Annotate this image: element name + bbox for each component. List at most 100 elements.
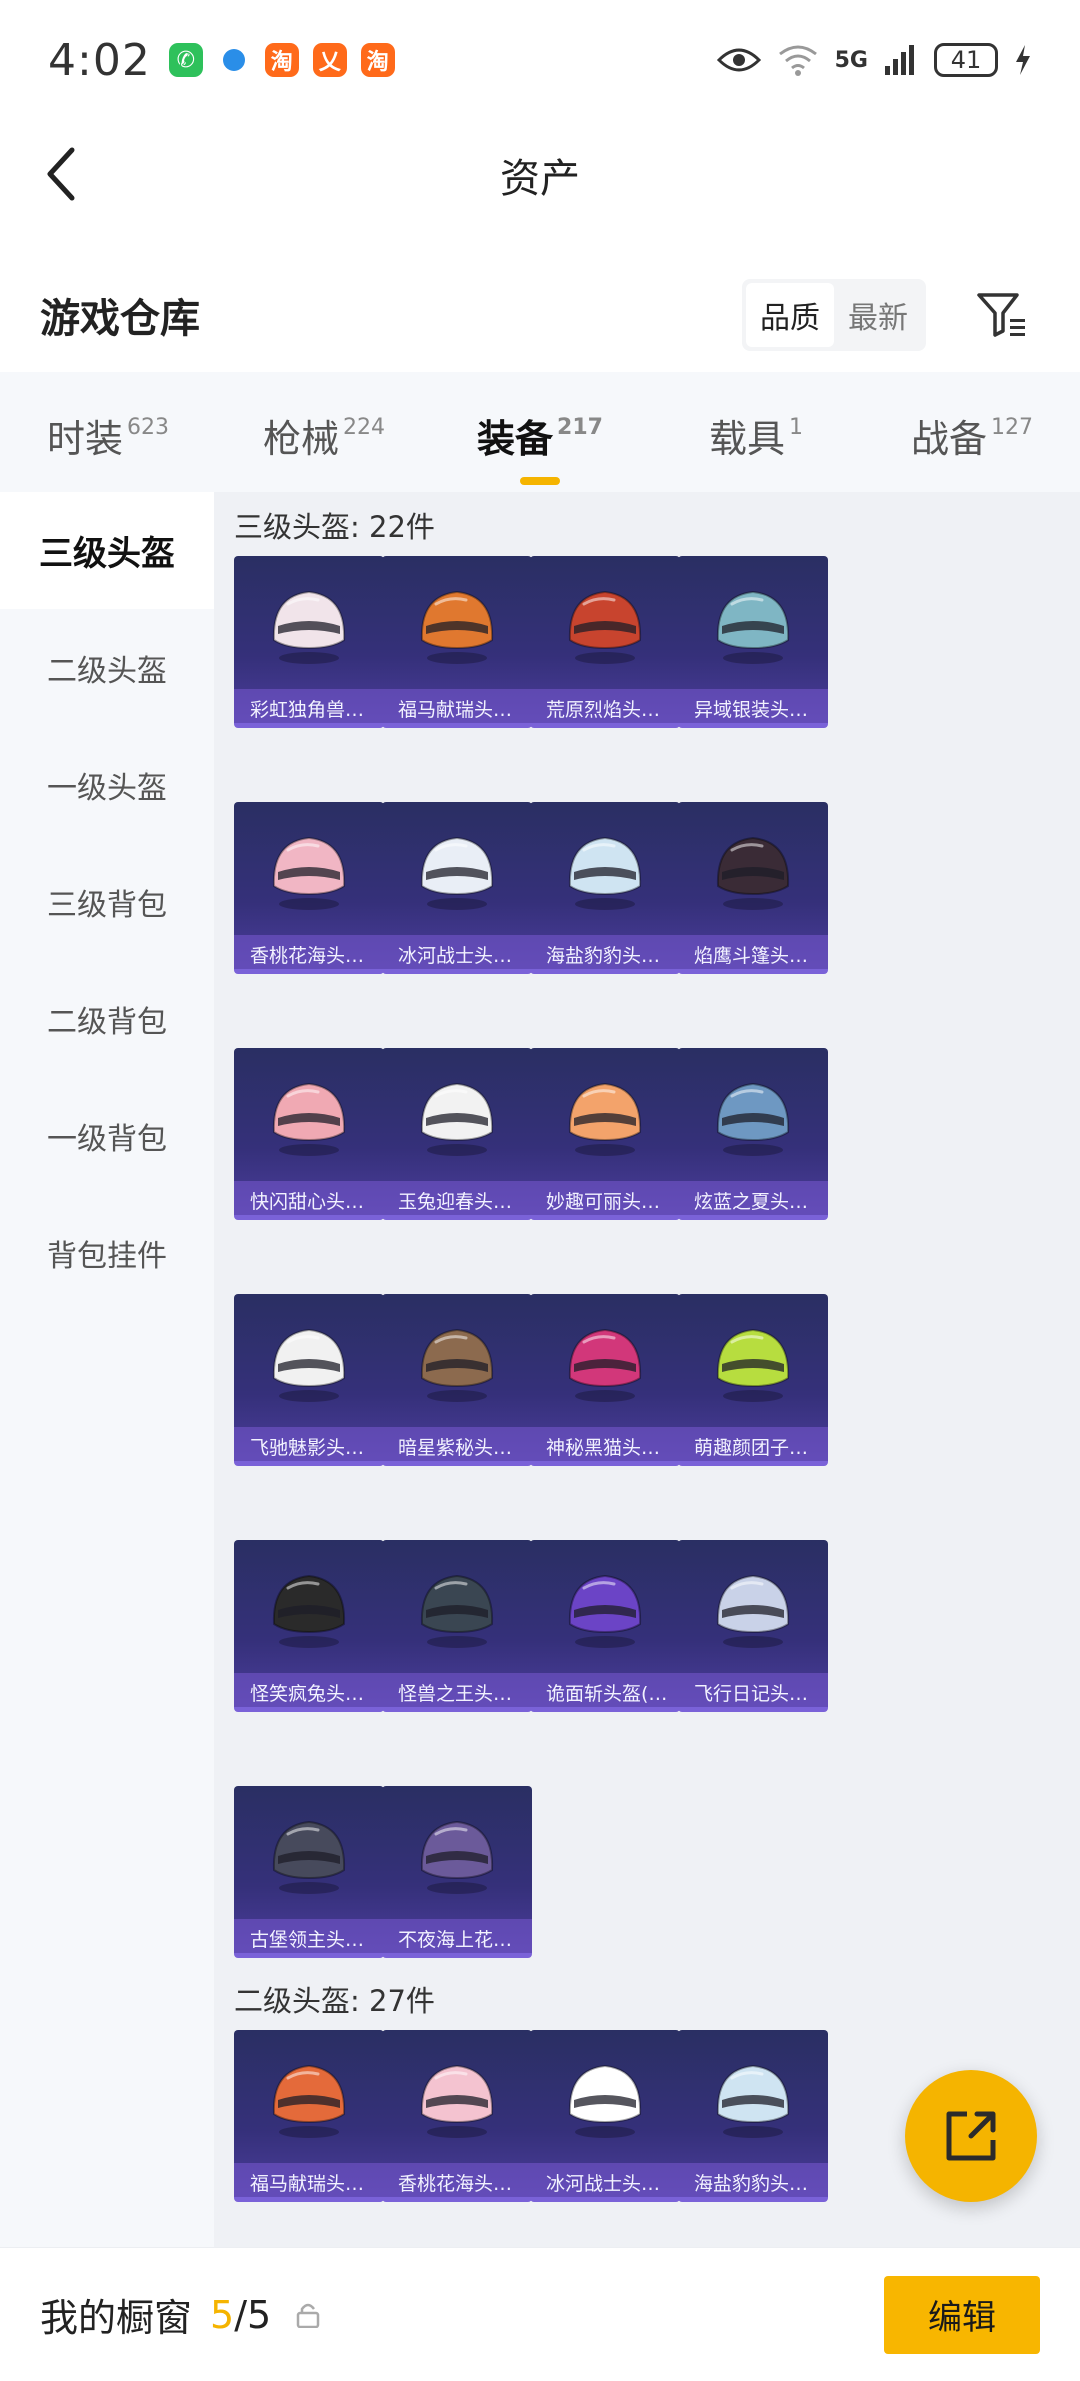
status-notification-icons: ✆ 淘乂淘 bbox=[168, 43, 395, 77]
item-card[interactable]: 诡面斩头盔(… bbox=[530, 1540, 680, 1712]
item-name: 冰河战士头… bbox=[530, 2163, 680, 2197]
helmet-icon bbox=[272, 836, 346, 910]
tab-count: 224 bbox=[343, 414, 385, 440]
charging-icon bbox=[1016, 45, 1030, 75]
sidebar-item-5[interactable]: 一级背包 bbox=[0, 1077, 214, 1194]
item-card[interactable]: 彩虹独角兽… bbox=[234, 556, 384, 728]
item-card[interactable]: 怪兽之王头… bbox=[382, 1540, 532, 1712]
helmet-icon bbox=[420, 1574, 494, 1648]
share-button[interactable] bbox=[905, 2070, 1037, 2202]
item-card[interactable]: 暗星紫秘头… bbox=[382, 1294, 532, 1466]
item-card[interactable]: 荒原烈焰头… bbox=[530, 556, 680, 728]
item-name: 异域银装头… bbox=[678, 689, 828, 723]
sidebar-item-6[interactable]: 背包挂件 bbox=[0, 1194, 214, 1311]
item-card[interactable]: 妙趣可丽头… bbox=[530, 1048, 680, 1220]
sort-toggle: 品质 最新 bbox=[742, 279, 926, 351]
signal-icon bbox=[885, 45, 914, 75]
tab-1[interactable]: 枪械 224 bbox=[216, 402, 432, 463]
item-name: 香桃花海头… bbox=[234, 935, 384, 969]
filter-button[interactable] bbox=[972, 285, 1032, 345]
tab-label: 时装 bbox=[46, 416, 123, 461]
helmet-icon bbox=[716, 2064, 790, 2138]
status-bar: 4:02 ✆ 淘乂淘 5G 41 bbox=[0, 0, 1080, 120]
item-card[interactable]: 冰河战士头… bbox=[530, 2030, 680, 2202]
item-name: 炫蓝之夏头… bbox=[678, 1181, 828, 1215]
tab-count: 217 bbox=[557, 414, 603, 440]
tab-label: 枪械 bbox=[262, 416, 339, 461]
helmet-icon bbox=[716, 590, 790, 664]
taobao-icon: 淘 bbox=[264, 43, 299, 77]
item-card[interactable]: 萌趣颜团子… bbox=[678, 1294, 828, 1466]
tab-2[interactable]: 装备 217 bbox=[432, 402, 648, 485]
item-name: 怪兽之王头… bbox=[382, 1673, 532, 1707]
helmet-icon bbox=[420, 836, 494, 910]
item-card[interactable]: 冰河战士头… bbox=[382, 802, 532, 974]
item-card[interactable]: 飞行日记头… bbox=[678, 1540, 828, 1712]
showcase-label: 我的橱窗 bbox=[40, 2296, 193, 2340]
edit-button[interactable]: 编辑 bbox=[884, 2275, 1040, 2354]
wifi-icon bbox=[778, 45, 817, 76]
item-name: 福马献瑞头… bbox=[382, 689, 532, 723]
page-title: 资产 bbox=[500, 156, 580, 202]
sidebar-item-3[interactable]: 三级背包 bbox=[0, 843, 214, 960]
item-card[interactable]: 飞驰魅影头… bbox=[234, 1294, 384, 1466]
item-card[interactable]: 福马献瑞头… bbox=[234, 2030, 384, 2202]
item-card[interactable]: 海盐豹豹头… bbox=[678, 2030, 828, 2202]
helmet-icon bbox=[272, 590, 346, 664]
item-card[interactable]: 炫蓝之夏头… bbox=[678, 1048, 828, 1220]
item-card[interactable]: 快闪甜心头… bbox=[234, 1048, 384, 1220]
helmet-icon bbox=[420, 2064, 494, 2138]
eye-icon bbox=[716, 48, 761, 72]
item-name: 快闪甜心头… bbox=[234, 1181, 384, 1215]
helmet-icon bbox=[568, 590, 642, 664]
group-title: 二级头盔: 27件 bbox=[234, 1984, 435, 2018]
item-card[interactable]: 海盐豹豹头… bbox=[530, 802, 680, 974]
helmet-icon bbox=[272, 1328, 346, 1402]
taobao-icon: 淘 bbox=[360, 43, 395, 77]
item-name: 荒原烈焰头… bbox=[530, 689, 680, 723]
showcase-current: 5 bbox=[210, 2292, 235, 2337]
network-type: 5G bbox=[834, 47, 868, 73]
app-glyph: 淘 bbox=[270, 50, 293, 75]
item-card[interactable]: 香桃花海头… bbox=[234, 802, 384, 974]
item-card[interactable]: 古堡领主头… bbox=[234, 1786, 384, 1958]
helmet-icon bbox=[420, 1328, 494, 1402]
sort-newest-button[interactable]: 最新 bbox=[834, 283, 922, 347]
item-name: 暗星紫秘头… bbox=[382, 1427, 532, 1461]
bottom-bar: 我的橱窗 5/5 编辑 bbox=[0, 2247, 1080, 2381]
item-card[interactable]: 异域银装头… bbox=[678, 556, 828, 728]
back-button[interactable] bbox=[30, 142, 94, 206]
helmet-icon bbox=[716, 1082, 790, 1156]
item-name: 诡面斩头盔(… bbox=[530, 1673, 680, 1707]
chevron-left-icon bbox=[47, 147, 75, 201]
item-card[interactable]: 玉兔迎春头… bbox=[382, 1048, 532, 1220]
item-card[interactable]: 福马献瑞头… bbox=[382, 556, 532, 728]
tab-0[interactable]: 时装 623 bbox=[0, 402, 216, 463]
item-name: 玉兔迎春头… bbox=[382, 1181, 532, 1215]
tab-label: 战备 bbox=[910, 416, 987, 461]
sort-quality-button[interactable]: 品质 bbox=[746, 283, 834, 347]
item-name: 妙趣可丽头… bbox=[530, 1181, 680, 1215]
helmet-icon bbox=[568, 1328, 642, 1402]
item-name: 海盐豹豹头… bbox=[678, 2163, 828, 2197]
item-card[interactable]: 焰鹰斗篷头… bbox=[678, 802, 828, 974]
item-card[interactable]: 神秘黑猫头… bbox=[530, 1294, 680, 1466]
sidebar-item-1[interactable]: 二级头盔 bbox=[0, 609, 214, 726]
wechat-icon: ✆ bbox=[168, 43, 203, 77]
sidebar-item-2[interactable]: 一级头盔 bbox=[0, 726, 214, 843]
helmet-icon bbox=[568, 1574, 642, 1648]
item-card[interactable]: 怪笑疯兔头… bbox=[234, 1540, 384, 1712]
sidebar-item-0[interactable]: 三级头盔 bbox=[0, 492, 214, 609]
item-card[interactable]: 香桃花海头… bbox=[382, 2030, 532, 2202]
sidebar-item-4[interactable]: 二级背包 bbox=[0, 960, 214, 1077]
tab-4[interactable]: 战备 127 bbox=[864, 402, 1080, 463]
item-name: 萌趣颜团子… bbox=[678, 1427, 828, 1461]
item-name: 福马献瑞头… bbox=[234, 2163, 384, 2197]
tab-3[interactable]: 载具 1 bbox=[648, 402, 864, 463]
showcase-count: 5/5 bbox=[210, 2293, 271, 2337]
item-name: 海盐豹豹头… bbox=[530, 935, 680, 969]
browser-icon bbox=[217, 43, 251, 77]
helmet-icon bbox=[420, 590, 494, 664]
item-card[interactable]: 不夜海上花… bbox=[382, 1786, 532, 1958]
helmet-icon bbox=[272, 1820, 346, 1894]
